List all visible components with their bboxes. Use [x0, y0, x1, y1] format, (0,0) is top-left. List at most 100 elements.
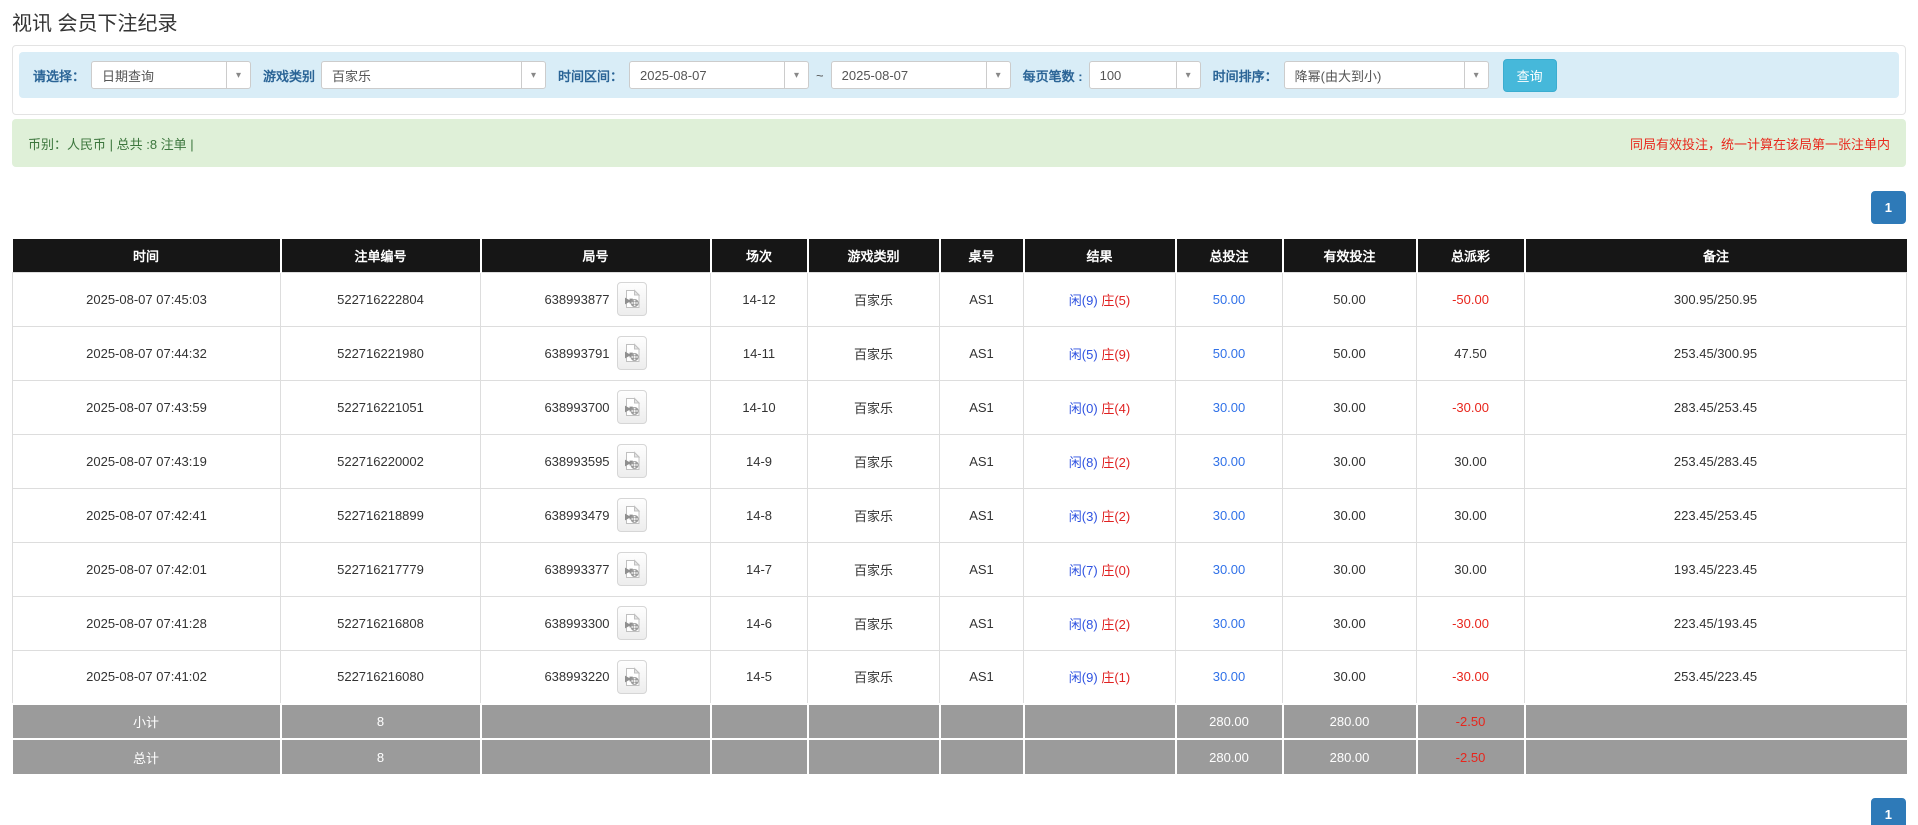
filter-bar: 请选择： 日期查询 ▾ 游戏类别 百家乐 ▾ 时间区间： 2025-08-07 …	[19, 52, 1899, 98]
page-size-label: 每页笔数 :	[1023, 66, 1083, 85]
page-title: 视讯 会员下注纪录	[0, 0, 1918, 45]
video-replay-button[interactable]	[617, 606, 647, 640]
cell-bet-id: 522716218899	[281, 488, 481, 542]
video-file-icon	[623, 559, 641, 579]
page-1-button[interactable]: 1	[1871, 798, 1906, 825]
cell-remark: 253.45/223.45	[1525, 650, 1907, 704]
round-cell: 638993791	[485, 336, 706, 370]
chevron-down-icon: ▾	[986, 62, 1010, 88]
cell-time: 2025-08-07 07:42:41	[13, 488, 281, 542]
col-header-valid-bet: 有效投注	[1283, 239, 1417, 272]
total-bet-link[interactable]: 50.00	[1213, 292, 1246, 307]
cell-remark: 253.45/300.95	[1525, 326, 1907, 380]
chevron-down-icon: ▾	[521, 62, 545, 88]
result-banker: 庄(0)	[1101, 563, 1130, 578]
total-bet-link[interactable]: 30.00	[1213, 616, 1246, 631]
result-player: 闲(3)	[1069, 509, 1098, 524]
round-cell: 638993300	[485, 606, 706, 640]
page: 视讯 会员下注纪录 请选择： 日期查询 ▾ 游戏类别 百家乐 ▾ 时间区间： 2…	[0, 0, 1918, 825]
cell-payout: -30.00	[1417, 596, 1525, 650]
result-player: 闲(5)	[1069, 347, 1098, 362]
game-type-select[interactable]: 百家乐 ▾	[321, 61, 546, 89]
cell-time: 2025-08-07 07:45:03	[13, 272, 281, 326]
col-header-session: 场次	[711, 239, 808, 272]
video-replay-button[interactable]	[617, 336, 647, 370]
cell-total-bet: 280.00	[1176, 704, 1283, 739]
video-replay-button[interactable]	[617, 660, 647, 694]
summary-row-小计: 小计8280.00280.00-2.50	[13, 704, 1907, 739]
cell-payout: -2.50	[1417, 704, 1525, 739]
cell-game-type: 百家乐	[808, 488, 940, 542]
cell-round-id	[481, 704, 711, 739]
cell-valid-bet: 280.00	[1283, 704, 1417, 739]
table-row: 2025-08-07 07:41:02522716216080638993220…	[13, 650, 1907, 704]
cell-valid-bet: 280.00	[1283, 739, 1417, 774]
sort-order-select[interactable]: 降幂(由大到小) ▾	[1284, 61, 1489, 89]
cell-result: 闲(0) 庄(4)	[1024, 380, 1176, 434]
cell-game-type: 百家乐	[808, 542, 940, 596]
table-body: 2025-08-07 07:45:03522716222804638993877…	[13, 272, 1907, 704]
cell-payout: 30.00	[1417, 542, 1525, 596]
cell-game-type	[808, 704, 940, 739]
cell-round-id: 638993877	[481, 272, 711, 326]
cell-total-bet: 30.00	[1176, 380, 1283, 434]
total-bet-link[interactable]: 30.00	[1213, 454, 1246, 469]
summary-row-总计: 总计8280.00280.00-2.50	[13, 739, 1907, 774]
col-header-bet-id: 注单编号	[281, 239, 481, 272]
cell-session: 14-7	[711, 542, 808, 596]
date-from-select[interactable]: 2025-08-07 ▾	[629, 61, 809, 89]
cell-bet-id: 522716221051	[281, 380, 481, 434]
page-size-select[interactable]: 100 ▾	[1089, 61, 1201, 89]
round-id-value: 638993300	[544, 616, 609, 631]
search-button[interactable]: 查询	[1503, 59, 1557, 92]
cell-time: 2025-08-07 07:43:59	[13, 380, 281, 434]
chevron-down-icon: ▾	[784, 62, 808, 88]
video-replay-button[interactable]	[617, 552, 647, 586]
query-type-label: 请选择：	[33, 66, 85, 85]
query-type-select[interactable]: 日期查询 ▾	[91, 61, 251, 89]
col-header-round-id: 局号	[481, 239, 711, 272]
total-bet-link[interactable]: 30.00	[1213, 508, 1246, 523]
cell-bet-id: 522716221980	[281, 326, 481, 380]
col-header-remark: 备注	[1525, 239, 1907, 272]
cell-time: 2025-08-07 07:41:02	[13, 650, 281, 704]
cell-result: 闲(9) 庄(5)	[1024, 272, 1176, 326]
cell-game-type: 百家乐	[808, 272, 940, 326]
cell-total-bet: 30.00	[1176, 434, 1283, 488]
cell-game-type: 百家乐	[808, 326, 940, 380]
cell-round-id: 638993220	[481, 650, 711, 704]
total-bet-link[interactable]: 30.00	[1213, 562, 1246, 577]
total-bet-link[interactable]: 50.00	[1213, 346, 1246, 361]
summary-bar: 币别：人民币 | 总共 :8 注单 | 同局有效投注，统一计算在该局第一张注单内	[12, 119, 1906, 167]
cell-session: 14-12	[711, 272, 808, 326]
date-to-select[interactable]: 2025-08-07 ▾	[831, 61, 1011, 89]
video-file-icon	[623, 289, 641, 309]
cell-remark: 253.45/283.45	[1525, 434, 1907, 488]
cell-payout: 47.50	[1417, 326, 1525, 380]
total-bet-link[interactable]: 30.00	[1213, 669, 1246, 684]
result-banker: 庄(2)	[1101, 509, 1130, 524]
result-banker: 庄(2)	[1101, 455, 1130, 470]
cell-time: 总计	[13, 739, 281, 774]
table-row: 2025-08-07 07:45:03522716222804638993877…	[13, 272, 1907, 326]
cell-table-no: AS1	[940, 542, 1024, 596]
cell-table-no: AS1	[940, 434, 1024, 488]
table-row: 2025-08-07 07:41:28522716216808638993300…	[13, 596, 1907, 650]
game-type-value: 百家乐	[322, 66, 381, 85]
cell-session: 14-8	[711, 488, 808, 542]
cell-time: 2025-08-07 07:41:28	[13, 596, 281, 650]
table-row: 2025-08-07 07:42:41522716218899638993479…	[13, 488, 1907, 542]
cell-valid-bet: 30.00	[1283, 596, 1417, 650]
video-replay-button[interactable]	[617, 498, 647, 532]
cell-remark: 283.45/253.45	[1525, 380, 1907, 434]
video-replay-button[interactable]	[617, 282, 647, 316]
total-bet-link[interactable]: 30.00	[1213, 400, 1246, 415]
video-replay-button[interactable]	[617, 444, 647, 478]
cell-round-id: 638993479	[481, 488, 711, 542]
cell-valid-bet: 50.00	[1283, 326, 1417, 380]
date-to-value: 2025-08-07	[832, 68, 919, 83]
table-row: 2025-08-07 07:44:32522716221980638993791…	[13, 326, 1907, 380]
video-replay-button[interactable]	[617, 390, 647, 424]
page-1-button[interactable]: 1	[1871, 191, 1906, 224]
col-header-game-type: 游戏类别	[808, 239, 940, 272]
